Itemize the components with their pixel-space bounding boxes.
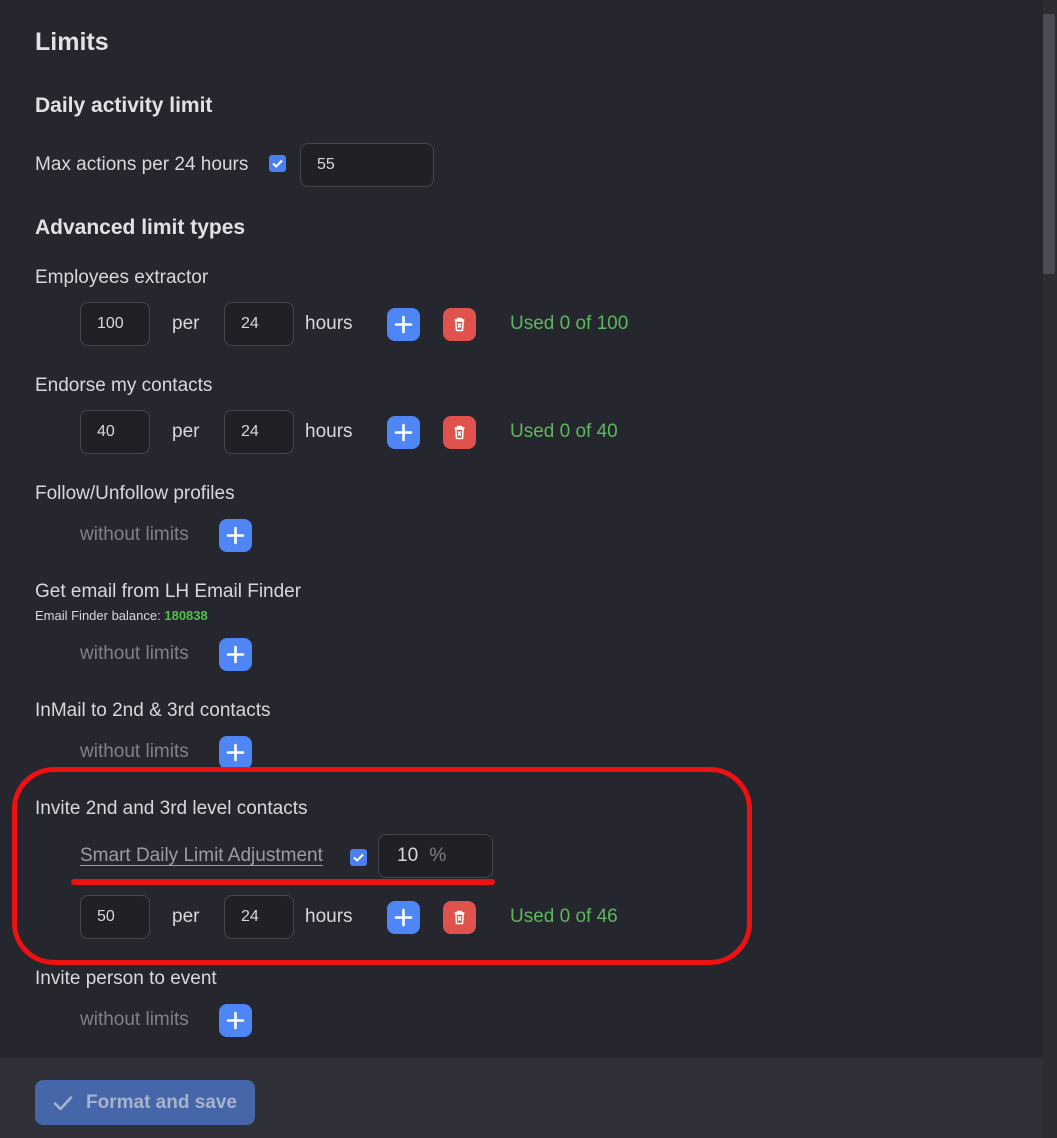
balance-value: 180838 (164, 608, 208, 623)
delete-limit-button[interactable] (443, 308, 476, 341)
employees-usage: Used 0 of 100 (510, 313, 629, 334)
add-limit-button[interactable] (219, 519, 252, 552)
add-limit-button[interactable] (219, 638, 252, 671)
hours-label: hours (305, 421, 353, 442)
email-finder-title: Get email from LH Email Finder (35, 581, 302, 602)
max-actions-label: Max actions per 24 hours (35, 154, 249, 175)
max-actions-input[interactable]: 55 (300, 143, 434, 187)
employees-period-input[interactable]: 24 (224, 302, 294, 346)
format-save-button[interactable]: Format and save (35, 1080, 255, 1125)
endorse-period-input[interactable]: 24 (224, 410, 294, 454)
scrollbar-thumb[interactable] (1043, 14, 1055, 274)
trash-icon (454, 317, 465, 332)
trash-icon (454, 425, 465, 440)
add-limit-button[interactable] (219, 1004, 252, 1037)
plus-icon (226, 1011, 245, 1030)
max-actions-checkbox[interactable] (269, 155, 286, 172)
email-finder-balance: Email Finder balance: 180838 (35, 608, 208, 623)
follow-profiles-title: Follow/Unfollow profiles (35, 483, 235, 504)
employees-extractor-title: Employees extractor (35, 267, 209, 288)
page-title: Limits (35, 28, 109, 56)
per-label: per (172, 313, 200, 334)
without-limits-label: without limits (80, 741, 189, 762)
plus-icon (394, 423, 413, 442)
advanced-limits-heading: Advanced limit types (35, 216, 246, 239)
inmail-title: InMail to 2nd & 3rd contacts (35, 700, 271, 721)
annotation-highlight-box (12, 767, 752, 965)
add-limit-button[interactable] (387, 416, 420, 449)
without-limits-label: without limits (80, 1009, 189, 1030)
plus-icon (394, 315, 413, 334)
daily-limit-heading: Daily activity limit (35, 94, 213, 117)
endorse-usage: Used 0 of 40 (510, 421, 618, 442)
plus-icon (226, 526, 245, 545)
endorse-contacts-title: Endorse my contacts (35, 375, 213, 396)
annotation-underline (71, 879, 495, 885)
endorse-count-input[interactable]: 40 (80, 410, 150, 454)
plus-icon (226, 743, 245, 762)
add-limit-button[interactable] (219, 736, 252, 769)
per-label: per (172, 421, 200, 442)
employees-count-input[interactable]: 100 (80, 302, 150, 346)
invite-event-title: Invite person to event (35, 968, 217, 989)
without-limits-label: without limits (80, 643, 189, 664)
balance-label: Email Finder balance: (35, 608, 161, 623)
without-limits-label: without limits (80, 524, 189, 545)
delete-limit-button[interactable] (443, 416, 476, 449)
check-icon (53, 1096, 73, 1111)
check-icon (272, 159, 283, 168)
hours-label: hours (305, 313, 353, 334)
add-limit-button[interactable] (387, 308, 420, 341)
plus-icon (226, 645, 245, 664)
save-label: Format and save (86, 1092, 237, 1113)
